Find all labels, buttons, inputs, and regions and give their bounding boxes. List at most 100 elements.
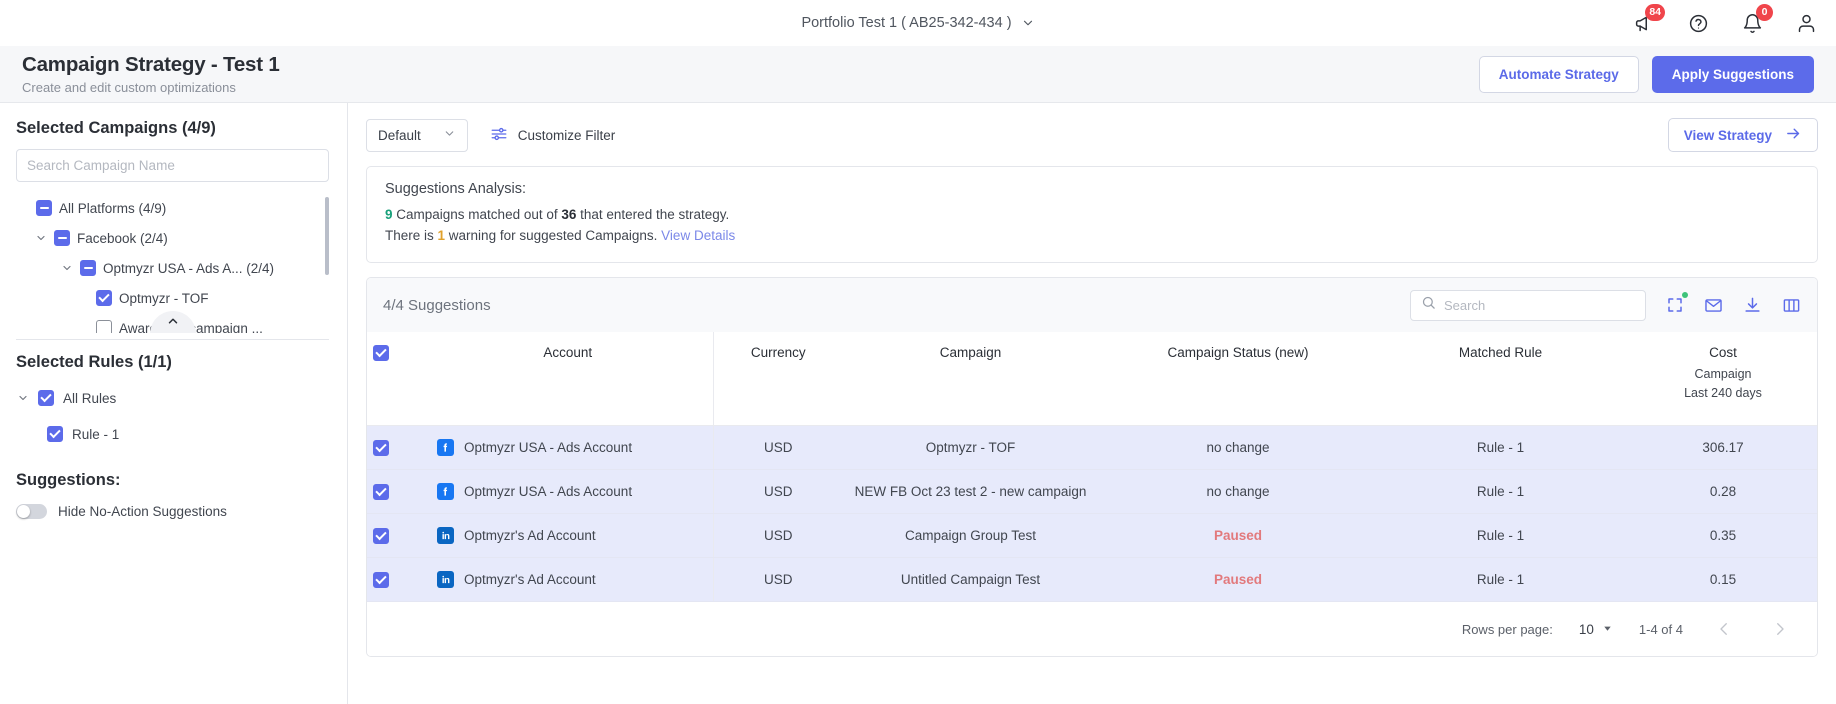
column-header-campaign-status[interactable]: Campaign Status (new) (1098, 332, 1378, 426)
column-header-cost[interactable]: Cost Campaign Last 240 days (1623, 332, 1817, 426)
top-bar: Portfolio Test 1 ( AB25-342-434 ) 84 0 (0, 0, 1836, 46)
megaphone-icon[interactable]: 84 (1632, 4, 1665, 35)
search-campaign-input[interactable] (16, 149, 329, 182)
row-matched-rule: Rule - 1 (1378, 557, 1623, 602)
row-currency: USD (712, 557, 843, 602)
apply-suggestions-button[interactable]: Apply Suggestions (1651, 55, 1814, 93)
fullscreen-icon[interactable] (1666, 292, 1688, 314)
previous-page-button[interactable] (1709, 620, 1739, 638)
table-search-input[interactable] (1444, 297, 1635, 313)
checkbox-all-platforms[interactable] (36, 200, 52, 216)
column-header-currency[interactable]: Currency (712, 332, 843, 426)
row-checkbox[interactable] (373, 483, 389, 500)
view-details-link[interactable]: View Details (661, 228, 735, 243)
table-toolbar-actions (1410, 289, 1801, 321)
suggestions-heading: Suggestions: (16, 471, 121, 489)
table-row[interactable]: Optmyzr's Ad Account USD Campaign Group … (367, 513, 1817, 558)
page-header: Campaign Strategy - Test 1 Create and ed… (0, 46, 1836, 103)
analysis-text-mid: Campaigns matched out of (392, 207, 562, 222)
checkbox-select-all[interactable] (373, 345, 389, 361)
hide-no-action-row: Hide No-Action Suggestions (16, 504, 329, 519)
customize-filter-button[interactable]: Customize Filter (490, 125, 615, 146)
checkbox-awareness-campaign[interactable] (96, 320, 112, 333)
column-header-campaign[interactable]: Campaign (843, 332, 1098, 426)
row-checkbox[interactable] (373, 571, 389, 588)
bell-badge: 0 (1756, 4, 1773, 21)
body-wrapper: Selected Campaigns (4/9) All Platforms (… (0, 103, 1836, 704)
email-icon[interactable] (1704, 296, 1723, 315)
row-checkbox-cell (367, 425, 423, 470)
chevron-down-icon[interactable] (16, 392, 29, 404)
checkbox-facebook[interactable] (54, 230, 70, 246)
tree-item-facebook[interactable]: Facebook (2/4) (16, 223, 329, 253)
row-campaign-status: no change (1098, 469, 1378, 514)
portfolio-selector[interactable]: Portfolio Test 1 ( AB25-342-434 ) (801, 15, 1034, 31)
sidebar-scrollbar[interactable] (325, 197, 329, 275)
suggestions-analysis-card: Suggestions Analysis: 9 Campaigns matche… (366, 166, 1818, 263)
toggle-knob (17, 505, 30, 518)
rows-per-page-select[interactable]: 10 (1579, 622, 1613, 637)
row-campaign: Campaign Group Test (843, 513, 1098, 558)
row-cost: 0.15 (1623, 557, 1817, 602)
analysis-text-end: that entered the strategy. (576, 207, 730, 222)
download-icon[interactable] (1743, 296, 1762, 315)
hide-no-action-toggle[interactable] (16, 504, 47, 519)
row-currency: USD (712, 513, 843, 558)
checkbox-all-rules[interactable] (38, 390, 54, 406)
bell-icon[interactable]: 0 (1740, 4, 1773, 35)
rules-item-all-rules[interactable]: All Rules (16, 383, 329, 413)
row-campaign: Optmyzr - TOF (843, 425, 1098, 470)
table-search-box[interactable] (1410, 289, 1646, 321)
account-name: Optmyzr USA - Ads Account (464, 484, 633, 499)
row-account-cell: Optmyzr USA - Ads Account (423, 469, 713, 514)
megaphone-badge: 84 (1645, 4, 1665, 21)
rows-per-page-value: 10 (1578, 621, 1594, 637)
table-pagination: Rows per page: 10 1-4 of 4 (367, 602, 1817, 656)
row-checkbox[interactable] (373, 527, 389, 544)
row-checkbox-cell (367, 469, 423, 514)
filter-preset-value: Default (378, 127, 421, 143)
facebook-icon (437, 483, 454, 500)
suggestions-count-label: 4/4 Suggestions (383, 296, 491, 314)
row-account-cell: Optmyzr USA - Ads Account (423, 425, 713, 470)
checkbox-optmyzr-tof[interactable] (96, 290, 112, 306)
table-toolbar: 4/4 Suggestions (367, 278, 1817, 332)
select-all-header (367, 332, 423, 426)
row-checkbox[interactable] (373, 439, 389, 456)
table-row[interactable]: Optmyzr USA - Ads Account USD Optmyzr - … (367, 425, 1817, 470)
analysis-line-matched: 9 Campaigns matched out of 36 that enter… (385, 204, 1799, 225)
automate-strategy-button[interactable]: Automate Strategy (1478, 55, 1639, 93)
checkbox-rule-1[interactable] (47, 426, 63, 442)
row-campaign-status: Paused (1098, 513, 1378, 558)
table-row[interactable]: Optmyzr USA - Ads Account USD NEW FB Oct… (367, 469, 1817, 514)
page-subtitle: Create and edit custom optimizations (22, 80, 236, 95)
row-checkbox-cell (367, 513, 423, 558)
column-header-matched-rule[interactable]: Matched Rule (1378, 332, 1623, 426)
row-campaign-status: no change (1098, 425, 1378, 470)
status-dot (1682, 292, 1688, 298)
user-icon[interactable] (1794, 11, 1818, 35)
checkbox-optmyzr-usa-ads[interactable] (80, 260, 96, 276)
row-matched-rule: Rule - 1 (1378, 425, 1623, 470)
next-page-button[interactable] (1765, 620, 1795, 638)
filter-sliders-icon (490, 125, 508, 146)
filter-preset-select[interactable]: Default (366, 118, 468, 152)
columns-icon[interactable] (1782, 296, 1801, 315)
tree-item-optmyzr-tof[interactable]: Optmyzr - TOF (16, 283, 329, 313)
rules-item-rule-1[interactable]: Rule - 1 (16, 419, 329, 449)
row-matched-rule: Rule - 1 (1378, 513, 1623, 558)
column-header-account[interactable]: Account (423, 332, 713, 426)
hide-no-action-label: Hide No-Action Suggestions (58, 504, 227, 519)
tree-item-optmyzr-usa-ads[interactable]: Optmyzr USA - Ads A... (2/4) (16, 253, 329, 283)
facebook-icon (437, 439, 454, 456)
help-circle-icon[interactable] (1686, 11, 1710, 35)
row-account-cell: Optmyzr's Ad Account (423, 513, 713, 558)
page-header-text: Campaign Strategy - Test 1 Create and ed… (22, 53, 280, 95)
suggestions-table: Account Currency Campaign Campaign Statu… (367, 332, 1817, 602)
table-row[interactable]: Optmyzr's Ad Account USD Untitled Campai… (367, 557, 1817, 602)
chevron-down-icon[interactable] (60, 262, 73, 274)
view-strategy-button[interactable]: View Strategy (1667, 118, 1818, 152)
tree-item-all-platforms[interactable]: All Platforms (4/9) (16, 193, 329, 223)
chevron-down-icon[interactable] (34, 232, 47, 244)
rows-per-page-label: Rows per page: (1461, 621, 1553, 637)
